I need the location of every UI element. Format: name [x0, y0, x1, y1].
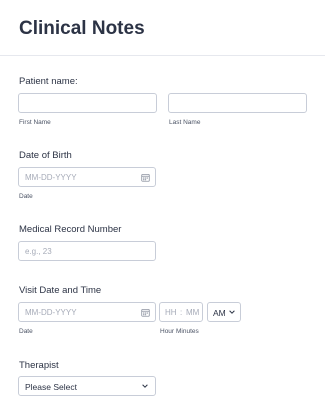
patient-name-label: Patient name: [19, 76, 78, 87]
time-minutes-sublabel: Minutes [176, 328, 199, 335]
first-name-input[interactable] [18, 93, 157, 113]
chevron-down-icon [229, 310, 235, 314]
dob-sublabel: Date [19, 193, 33, 200]
therapist-label: Therapist [19, 360, 59, 371]
mrn-input[interactable]: e.g., 23 [18, 241, 156, 261]
dob-input[interactable]: MM-DD-YYYY [18, 167, 156, 187]
time-hour-placeholder: HH [165, 308, 177, 317]
chevron-down-icon [142, 384, 148, 388]
mrn-label: Medical Record Number [19, 224, 122, 235]
visit-date-placeholder: MM-DD-YYYY [25, 308, 77, 317]
time-separator: : [180, 308, 183, 317]
time-hour-sublabel: Hour [160, 328, 175, 335]
first-name-sublabel: First Name [19, 119, 51, 126]
therapist-select[interactable]: Please Select [18, 376, 156, 396]
visit-label: Visit Date and Time [19, 285, 102, 296]
ampm-value: AM [213, 308, 226, 318]
mrn-placeholder: e.g., 23 [25, 247, 52, 256]
last-name-input[interactable] [168, 93, 307, 113]
time-minute-placeholder: MM [186, 308, 200, 317]
dob-label: Date of Birth [19, 150, 72, 161]
calendar-icon[interactable] [141, 308, 150, 317]
therapist-selected-value: Please Select [25, 382, 77, 392]
visit-time-input[interactable]: HH : MM [159, 302, 203, 322]
dob-placeholder: MM-DD-YYYY [25, 173, 77, 182]
page-title: Clinical Notes [19, 18, 145, 39]
calendar-icon[interactable] [141, 173, 150, 182]
last-name-sublabel: Last Name [169, 119, 201, 126]
visit-date-input[interactable]: MM-DD-YYYY [18, 302, 156, 322]
ampm-select[interactable]: AM [207, 302, 241, 322]
form-header: Clinical Notes [0, 0, 325, 56]
visit-date-sublabel: Date [19, 328, 33, 335]
